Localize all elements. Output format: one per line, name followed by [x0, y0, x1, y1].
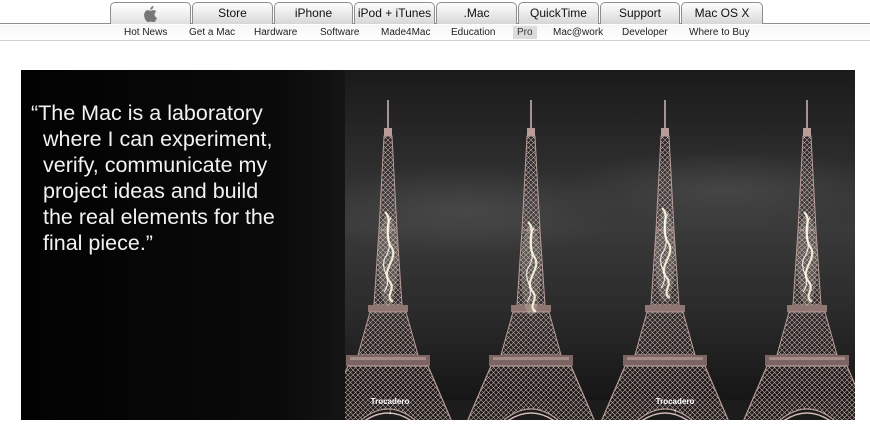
subnav-hardware[interactable]: Hardware — [254, 26, 297, 39]
subnav-get-a-mac[interactable]: Get a Mac — [189, 26, 235, 39]
subnav-where-to-buy[interactable]: Where to Buy — [689, 26, 750, 39]
tab-apple-home[interactable] — [110, 2, 191, 24]
sign-label: Trocadero — [370, 397, 410, 406]
eiffel-tower-photo: Trocadero ↓ Trocadero ↑ — [305, 70, 855, 420]
global-nav: Store iPhone iPod + iTunes .Mac QuickTim… — [0, 0, 870, 24]
quote-line: “The Mac is a laboratory — [31, 101, 263, 125]
tab-iphone[interactable]: iPhone — [274, 2, 353, 24]
sub-nav: Hot News Get a Mac Hardware Software Mad… — [0, 25, 870, 40]
subnav-education[interactable]: Education — [451, 26, 495, 39]
trocadero-sign: Trocadero ↑ — [650, 397, 700, 417]
quote-panel: “The Mac is a laboratory where I can exp… — [21, 70, 345, 420]
quote-line: where I can experiment, — [43, 127, 273, 151]
tab-support[interactable]: Support — [600, 2, 680, 24]
apple-logo-icon — [143, 6, 157, 22]
subnav-mac-at-work[interactable]: Mac@work — [553, 26, 603, 39]
subnav-pro[interactable]: Pro — [513, 26, 537, 39]
tab-ipod-itunes[interactable]: iPod + iTunes — [354, 2, 435, 24]
subnav-developer[interactable]: Developer — [622, 26, 668, 39]
tab-quicktime[interactable]: QuickTime — [518, 2, 599, 24]
hero-quote: “The Mac is a laboratory where I can exp… — [31, 100, 331, 256]
subnav-hot-news[interactable]: Hot News — [124, 26, 167, 39]
sign-label: Trocadero — [655, 397, 695, 406]
quote-line: project ideas and build — [43, 179, 259, 203]
tab-dotmac[interactable]: .Mac — [436, 2, 517, 24]
eiffel-tower-illustration — [305, 70, 855, 420]
tab-mac-os-x[interactable]: Mac OS X — [681, 2, 763, 24]
down-arrow-icon: ↓ — [388, 407, 392, 416]
hero-banner[interactable]: “The Mac is a laboratory where I can exp… — [21, 70, 855, 420]
subnav-software[interactable]: Software — [320, 26, 359, 39]
subnav-made4mac[interactable]: Made4Mac — [381, 26, 430, 39]
quote-line: verify, communicate my — [43, 153, 268, 177]
up-arrow-icon: ↑ — [673, 407, 677, 416]
quote-line: the real elements for the — [43, 205, 275, 229]
subnav-divider — [0, 40, 870, 41]
tab-store[interactable]: Store — [192, 2, 273, 24]
quote-line: final piece.” — [43, 231, 153, 255]
trocadero-sign: Trocadero ↓ — [365, 397, 415, 417]
